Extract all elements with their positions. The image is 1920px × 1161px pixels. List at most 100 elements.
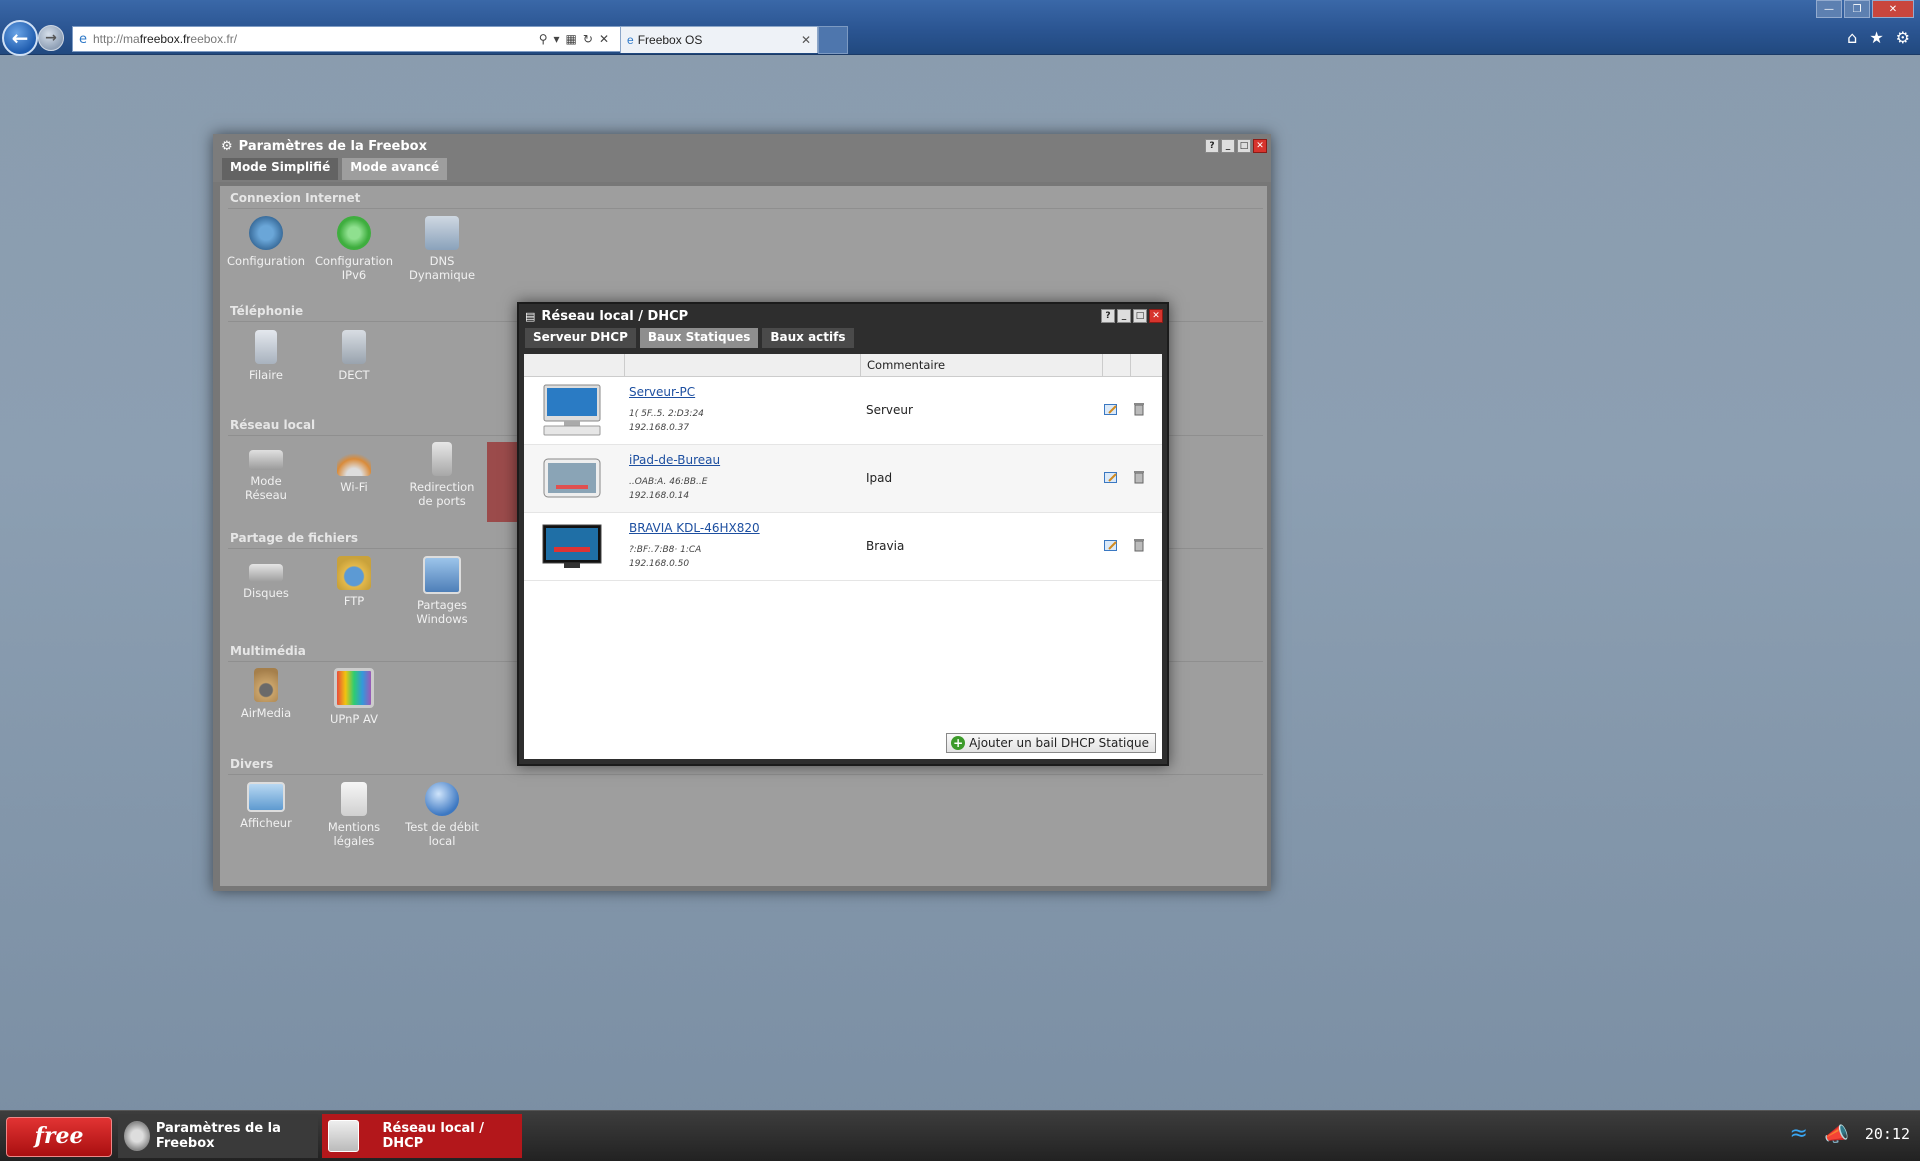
- item-label: Partages: [416, 598, 468, 612]
- trash-icon[interactable]: [1134, 402, 1144, 416]
- section-connexion-internet: Connexion Internet: [230, 191, 361, 205]
- linux-penguin-icon: [341, 782, 367, 816]
- taskbar-item-dhcp[interactable]: Réseau local / DHCP: [322, 1114, 522, 1158]
- edit-icon[interactable]: [1104, 471, 1118, 484]
- browser-toolbar: ← → e http://mafreebox.freebox.fr/ ⚲▾▦↻✕…: [0, 0, 1920, 56]
- tab-mode-simplifie[interactable]: Mode Simplifié: [222, 158, 339, 180]
- item-configuration[interactable]: Configuration: [224, 216, 308, 268]
- minimize-icon[interactable]: _: [1117, 309, 1131, 323]
- lease-name-link[interactable]: BRAVIA KDL-46HX820: [629, 521, 760, 535]
- tab-serveur-dhcp[interactable]: Serveur DHCP: [525, 328, 636, 348]
- dhcp-tabs: Serveur DHCP Baux Statiques Baux actifs: [519, 328, 1167, 350]
- dhcp-body: Commentaire Serveur-PC 1( 5F..5. 2:D3:24…: [524, 354, 1162, 759]
- item-ftp[interactable]: FTP: [312, 556, 396, 608]
- item-label: Configuration: [315, 254, 393, 268]
- column-name[interactable]: [624, 354, 861, 376]
- item-label: de ports: [418, 494, 466, 508]
- lease-ip: 192.168.0.50: [629, 559, 690, 569]
- free-start-button[interactable]: free: [6, 1117, 112, 1157]
- address-tools-icons[interactable]: ⚲▾▦↻✕: [539, 32, 621, 46]
- column-delete: [1130, 354, 1159, 376]
- item-label: local: [428, 834, 456, 848]
- item-airmedia[interactable]: AirMedia: [224, 668, 308, 720]
- phone-icon: [255, 330, 277, 364]
- item-label: Disques: [243, 586, 289, 600]
- item-label: Windows: [416, 612, 468, 626]
- close-icon[interactable]: ✕: [1149, 309, 1163, 323]
- address-url[interactable]: http://mafreebox.freebox.fr/: [93, 32, 539, 46]
- item-dect[interactable]: DECT: [312, 330, 396, 382]
- item-mode-reseau[interactable]: Mode Réseau: [224, 442, 308, 502]
- item-test-debit-local[interactable]: Test de débit local: [400, 782, 484, 848]
- address-bar[interactable]: e http://mafreebox.freebox.fr/ ⚲▾▦↻✕: [72, 26, 622, 52]
- favorites-star-icon[interactable]: ★: [1869, 28, 1883, 47]
- item-disques[interactable]: Disques: [224, 556, 308, 600]
- dhcp-titlebar[interactable]: ▤ Réseau local / DHCP ? _ □ ✕: [519, 304, 1167, 328]
- add-static-lease-button[interactable]: + Ajouter un bail DHCP Statique: [946, 733, 1156, 753]
- parametres-titlebar[interactable]: ⚙ Paramètres de la Freebox ? _ □ ✕: [213, 134, 1271, 158]
- table-header: Commentaire: [524, 354, 1162, 377]
- maximize-icon[interactable]: □: [1237, 139, 1251, 153]
- minimize-icon[interactable]: _: [1221, 139, 1235, 153]
- gear-icon[interactable]: ⚙: [1896, 28, 1910, 47]
- taskbar-item-parametres[interactable]: Paramètres de la Freebox: [118, 1114, 318, 1158]
- help-icon[interactable]: ?: [1205, 139, 1219, 153]
- clock: 20:12: [1864, 1124, 1910, 1143]
- item-wifi[interactable]: Wi-Fi: [312, 442, 396, 494]
- help-icon[interactable]: ?: [1101, 309, 1115, 323]
- parametres-title: Paramètres de la Freebox: [238, 138, 427, 154]
- trash-icon[interactable]: [1134, 538, 1144, 552]
- item-label: Mentions: [327, 820, 381, 834]
- item-label: Mode: [250, 474, 282, 488]
- browser-tab[interactable]: e Freebox OS ✕: [620, 26, 818, 53]
- dhcp-window-buttons: ? _ □ ✕: [1101, 309, 1163, 323]
- edit-icon[interactable]: [1104, 403, 1118, 416]
- port-plug-icon: [432, 442, 452, 476]
- lease-mac: 1( 5F..5. 2:D3:24: [629, 409, 704, 419]
- column-commentaire[interactable]: Commentaire: [860, 354, 1097, 376]
- taskbar: free Paramètres de la Freebox Réseau loc…: [0, 1110, 1920, 1161]
- ftp-folder-icon: [337, 556, 371, 590]
- section-multimedia: Multimédia: [230, 644, 306, 658]
- tab-baux-statiques[interactable]: Baux Statiques: [639, 328, 759, 348]
- gears-icon: ⚙: [221, 138, 233, 154]
- maximize-icon[interactable]: □: [1133, 309, 1147, 323]
- close-icon[interactable]: ✕: [1253, 139, 1267, 153]
- item-filaire[interactable]: Filaire: [224, 330, 308, 382]
- item-configuration-ipv6[interactable]: Configuration IPv6: [312, 216, 396, 282]
- lease-name-link[interactable]: iPad-de-Bureau: [629, 453, 720, 467]
- parametres-tabs: Mode Simplifié Mode avancé: [213, 158, 1271, 182]
- item-label: Afficheur: [240, 816, 292, 830]
- item-mentions-legales[interactable]: Mentions légales: [312, 782, 396, 848]
- browser-right-icons: ⌂ ★ ⚙: [1847, 28, 1910, 47]
- item-afficheur[interactable]: Afficheur: [224, 782, 308, 830]
- item-label: DNS: [429, 254, 455, 268]
- close-icon[interactable]: ✕: [1872, 0, 1914, 18]
- forward-button[interactable]: →: [38, 25, 64, 51]
- window-controls: — ❐ ✕: [1816, 0, 1914, 18]
- tab-mode-avance[interactable]: Mode avancé: [342, 158, 448, 180]
- add-static-lease-label: Ajouter un bail DHCP Statique: [969, 736, 1149, 750]
- section-telephonie: Téléphonie: [230, 304, 304, 318]
- wifi-icon[interactable]: ≈: [1790, 1121, 1808, 1146]
- item-redirection-ports[interactable]: Redirection de ports: [400, 442, 484, 508]
- item-upnp-av[interactable]: UPnP AV: [312, 668, 396, 726]
- tab-baux-actifs[interactable]: Baux actifs: [762, 328, 854, 348]
- lease-name-link[interactable]: Serveur-PC: [629, 385, 695, 399]
- restore-icon[interactable]: ❐: [1844, 0, 1870, 18]
- item-label: AirMedia: [240, 706, 292, 720]
- back-button[interactable]: ←: [2, 20, 38, 56]
- dhcp-window: ▤ Réseau local / DHCP ? _ □ ✕ Serveur DH…: [517, 302, 1169, 766]
- item-label: Configuration: [227, 254, 305, 268]
- home-icon[interactable]: ⌂: [1847, 28, 1857, 47]
- tab-close-icon[interactable]: ✕: [801, 33, 811, 47]
- tablet-icon: [543, 458, 601, 498]
- item-dns-dynamique[interactable]: DNS Dynamique: [400, 216, 484, 282]
- trash-icon[interactable]: [1134, 470, 1144, 484]
- lease-mac: ?:BF:.7:B8· 1:CA: [629, 545, 702, 555]
- megaphone-icon[interactable]: 📣: [1824, 1122, 1849, 1146]
- item-partages-windows[interactable]: Partages Windows: [400, 556, 484, 626]
- minimize-icon[interactable]: —: [1816, 0, 1842, 18]
- edit-icon[interactable]: [1104, 539, 1118, 552]
- new-tab-button[interactable]: [818, 26, 848, 54]
